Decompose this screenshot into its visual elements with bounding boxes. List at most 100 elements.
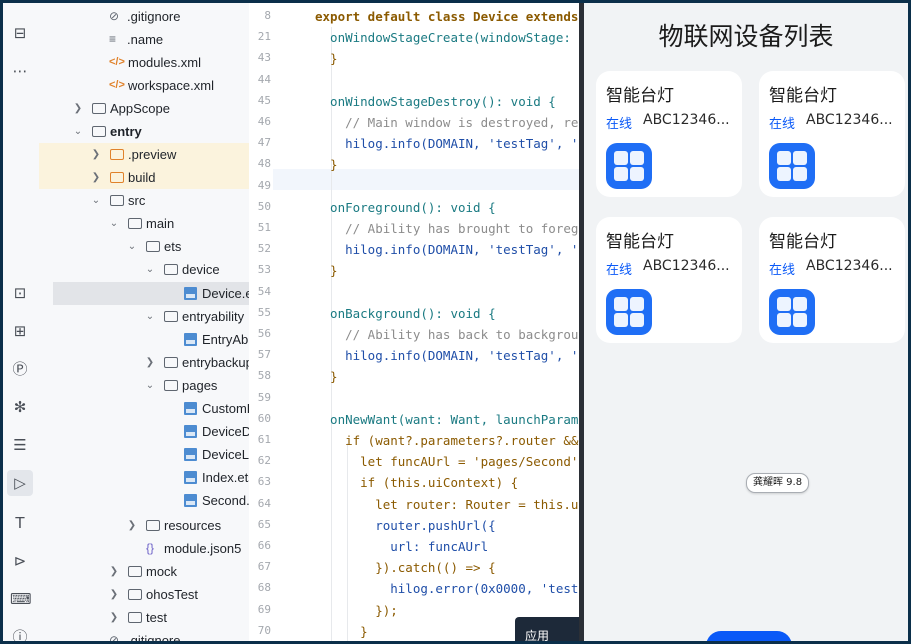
terminal-icon[interactable]: ⌨	[10, 589, 32, 609]
device-card[interactable]: 智能台灯 在线 ABC12346...	[596, 71, 742, 197]
line-number: 62	[257, 454, 271, 468]
chevron-right-icon[interactable]: ❯	[91, 143, 101, 166]
device-card[interactable]: 智能台灯 在线 ABC12346...	[596, 217, 742, 343]
tree-item-label: DeviceList.ets	[202, 447, 249, 462]
tree-folder[interactable]: ⌄ entryability	[39, 305, 249, 328]
line-number: 66	[257, 539, 271, 552]
line-number: 48	[257, 157, 271, 171]
tree-item-label: EntryAbility.ets	[202, 332, 249, 347]
code-editor[interactable]: export default class Device extends onWi…	[273, 3, 579, 641]
tree-item-label: AppScope	[110, 101, 170, 116]
xml-file-icon: </>	[109, 56, 125, 68]
line-number: 61	[257, 433, 271, 446]
tree-folder[interactable]: ⌄ device	[39, 258, 249, 281]
code-line: // Ability has back to backgrou	[315, 327, 579, 342]
tree-folder[interactable]: ⌄ main	[39, 212, 249, 235]
watermark-badge: 龚耀晖 9.8	[746, 473, 810, 493]
tree-item[interactable]: DeviceList.ets	[39, 443, 249, 466]
run-icon[interactable]: ⊳	[10, 551, 30, 571]
layout-icon[interactable]: ⊞	[10, 321, 30, 341]
tree-item-selected[interactable]: Device.ets	[53, 282, 249, 305]
project-tree: ⊘ .gitignore ≡ .name </> modules.xml </>…	[39, 3, 249, 641]
line-number: 52	[257, 242, 271, 256]
folder-icon	[128, 218, 142, 229]
page-title: 物联网设备列表	[658, 22, 834, 51]
tree-item[interactable]: Second.ets	[39, 489, 249, 512]
tree-item[interactable]: ⊘ .gitignore	[39, 5, 249, 28]
chevron-right-icon[interactable]: ❯	[109, 606, 119, 629]
folder-icon	[110, 149, 124, 160]
tree-folder[interactable]: ❯ ohosTest	[39, 583, 249, 606]
code-line: export default class Device extends	[315, 9, 579, 24]
tree-item-label: ohosTest	[146, 587, 199, 602]
tree-item-label: entryability	[182, 309, 245, 324]
device-manager-icon[interactable]: ⊡	[10, 283, 30, 303]
chevron-right-icon[interactable]: ❯	[109, 560, 119, 583]
notification-toast[interactable]: 应用	[515, 617, 583, 641]
tree-item-label: .preview	[128, 147, 177, 162]
tree-folder[interactable]: ⌄ ets	[39, 235, 249, 258]
code-line: onForeground(): void {	[315, 199, 496, 215]
chevron-down-icon[interactable]: ⌄	[127, 235, 137, 258]
tree-item[interactable]: CustomDialog.ets	[39, 397, 249, 420]
ignore-file-icon: ⊘	[109, 9, 120, 23]
tree-item[interactable]: ⊘ .gitignore	[39, 629, 249, 641]
ets-file-icon	[184, 494, 197, 507]
line-number: 56	[257, 327, 271, 340]
device-card[interactable]: 智能台灯 在线 ABC12346...	[759, 71, 905, 197]
tree-item-label: .gitignore	[127, 633, 181, 641]
xml-file-icon: </>	[109, 79, 125, 91]
tree-folder[interactable]: ❯ entrybackupability	[39, 351, 249, 374]
more-icon[interactable]: ⋯	[10, 61, 30, 81]
chevron-right-icon[interactable]: ❯	[91, 166, 101, 189]
structure-icon[interactable]: ⊟	[10, 23, 30, 43]
tree-folder[interactable]: ⌄ pages	[39, 374, 249, 397]
tree-item[interactable]: DeviceDetail.ets	[39, 420, 249, 443]
tree-folder[interactable]: ❯ mock	[39, 560, 249, 583]
chevron-right-icon[interactable]: ❯	[73, 97, 83, 120]
chevron-down-icon[interactable]: ⌄	[91, 189, 101, 212]
profiler-icon[interactable]: Ⓟ	[10, 359, 30, 379]
tree-item-label: ets	[164, 239, 182, 254]
floating-action-button[interactable]	[706, 631, 792, 641]
tree-folder[interactable]: ❯ resources	[39, 514, 249, 537]
previewer-icon[interactable]: ▷	[7, 470, 33, 496]
line-number: 43	[257, 51, 271, 65]
chevron-down-icon[interactable]: ⌄	[109, 212, 119, 235]
device-status: 在线	[606, 117, 633, 132]
tree-item[interactable]: EntryAbility.ets	[39, 328, 249, 351]
tree-item[interactable]: </> modules.xml	[39, 51, 249, 74]
tree-folder[interactable]: ❯ build	[39, 166, 249, 189]
tree-item-label: resources	[164, 518, 222, 533]
tree-item[interactable]: ≡ .name	[39, 28, 249, 51]
chevron-down-icon[interactable]: ⌄	[73, 120, 83, 143]
ignore-file-icon: ⊘	[109, 633, 120, 641]
line-number: 46	[257, 115, 271, 128]
text-file-icon: ≡	[109, 32, 117, 46]
tree-folder[interactable]: ⌄ entry	[39, 120, 249, 143]
chevron-right-icon[interactable]: ❯	[109, 583, 119, 606]
tree-item[interactable]: {} module.json5	[39, 537, 249, 560]
tree-item-label: build	[128, 170, 156, 185]
chevron-right-icon[interactable]: ❯	[127, 514, 137, 537]
json-file-icon: {}	[146, 541, 155, 555]
device-name: 智能台灯	[606, 232, 674, 252]
tree-item[interactable]: </> workspace.xml	[39, 74, 249, 97]
log-icon[interactable]: ☰	[10, 435, 30, 455]
line-number: 50	[257, 199, 271, 213]
chevron-down-icon[interactable]: ⌄	[145, 305, 155, 328]
tree-folder[interactable]: ❯ test	[39, 606, 249, 629]
tree-folder[interactable]: ❯ .preview	[39, 143, 249, 166]
tree-folder[interactable]: ⌄ src	[39, 189, 249, 212]
device-status: 在线	[769, 263, 796, 278]
tree-item[interactable]: Index.ets	[39, 466, 249, 489]
debug-bug-icon[interactable]: ✻	[10, 397, 30, 417]
tree-item-label: main	[146, 216, 175, 231]
tree-folder[interactable]: ❯ AppScope	[39, 97, 249, 120]
device-card[interactable]: 智能台灯 在线 ABC12346...	[759, 217, 905, 343]
chevron-down-icon[interactable]: ⌄	[145, 258, 155, 281]
chevron-down-icon[interactable]: ⌄	[145, 374, 155, 397]
text-icon[interactable]: T	[10, 513, 30, 533]
chevron-right-icon[interactable]: ❯	[145, 351, 155, 374]
info-icon[interactable]: ⓘ	[10, 627, 30, 641]
